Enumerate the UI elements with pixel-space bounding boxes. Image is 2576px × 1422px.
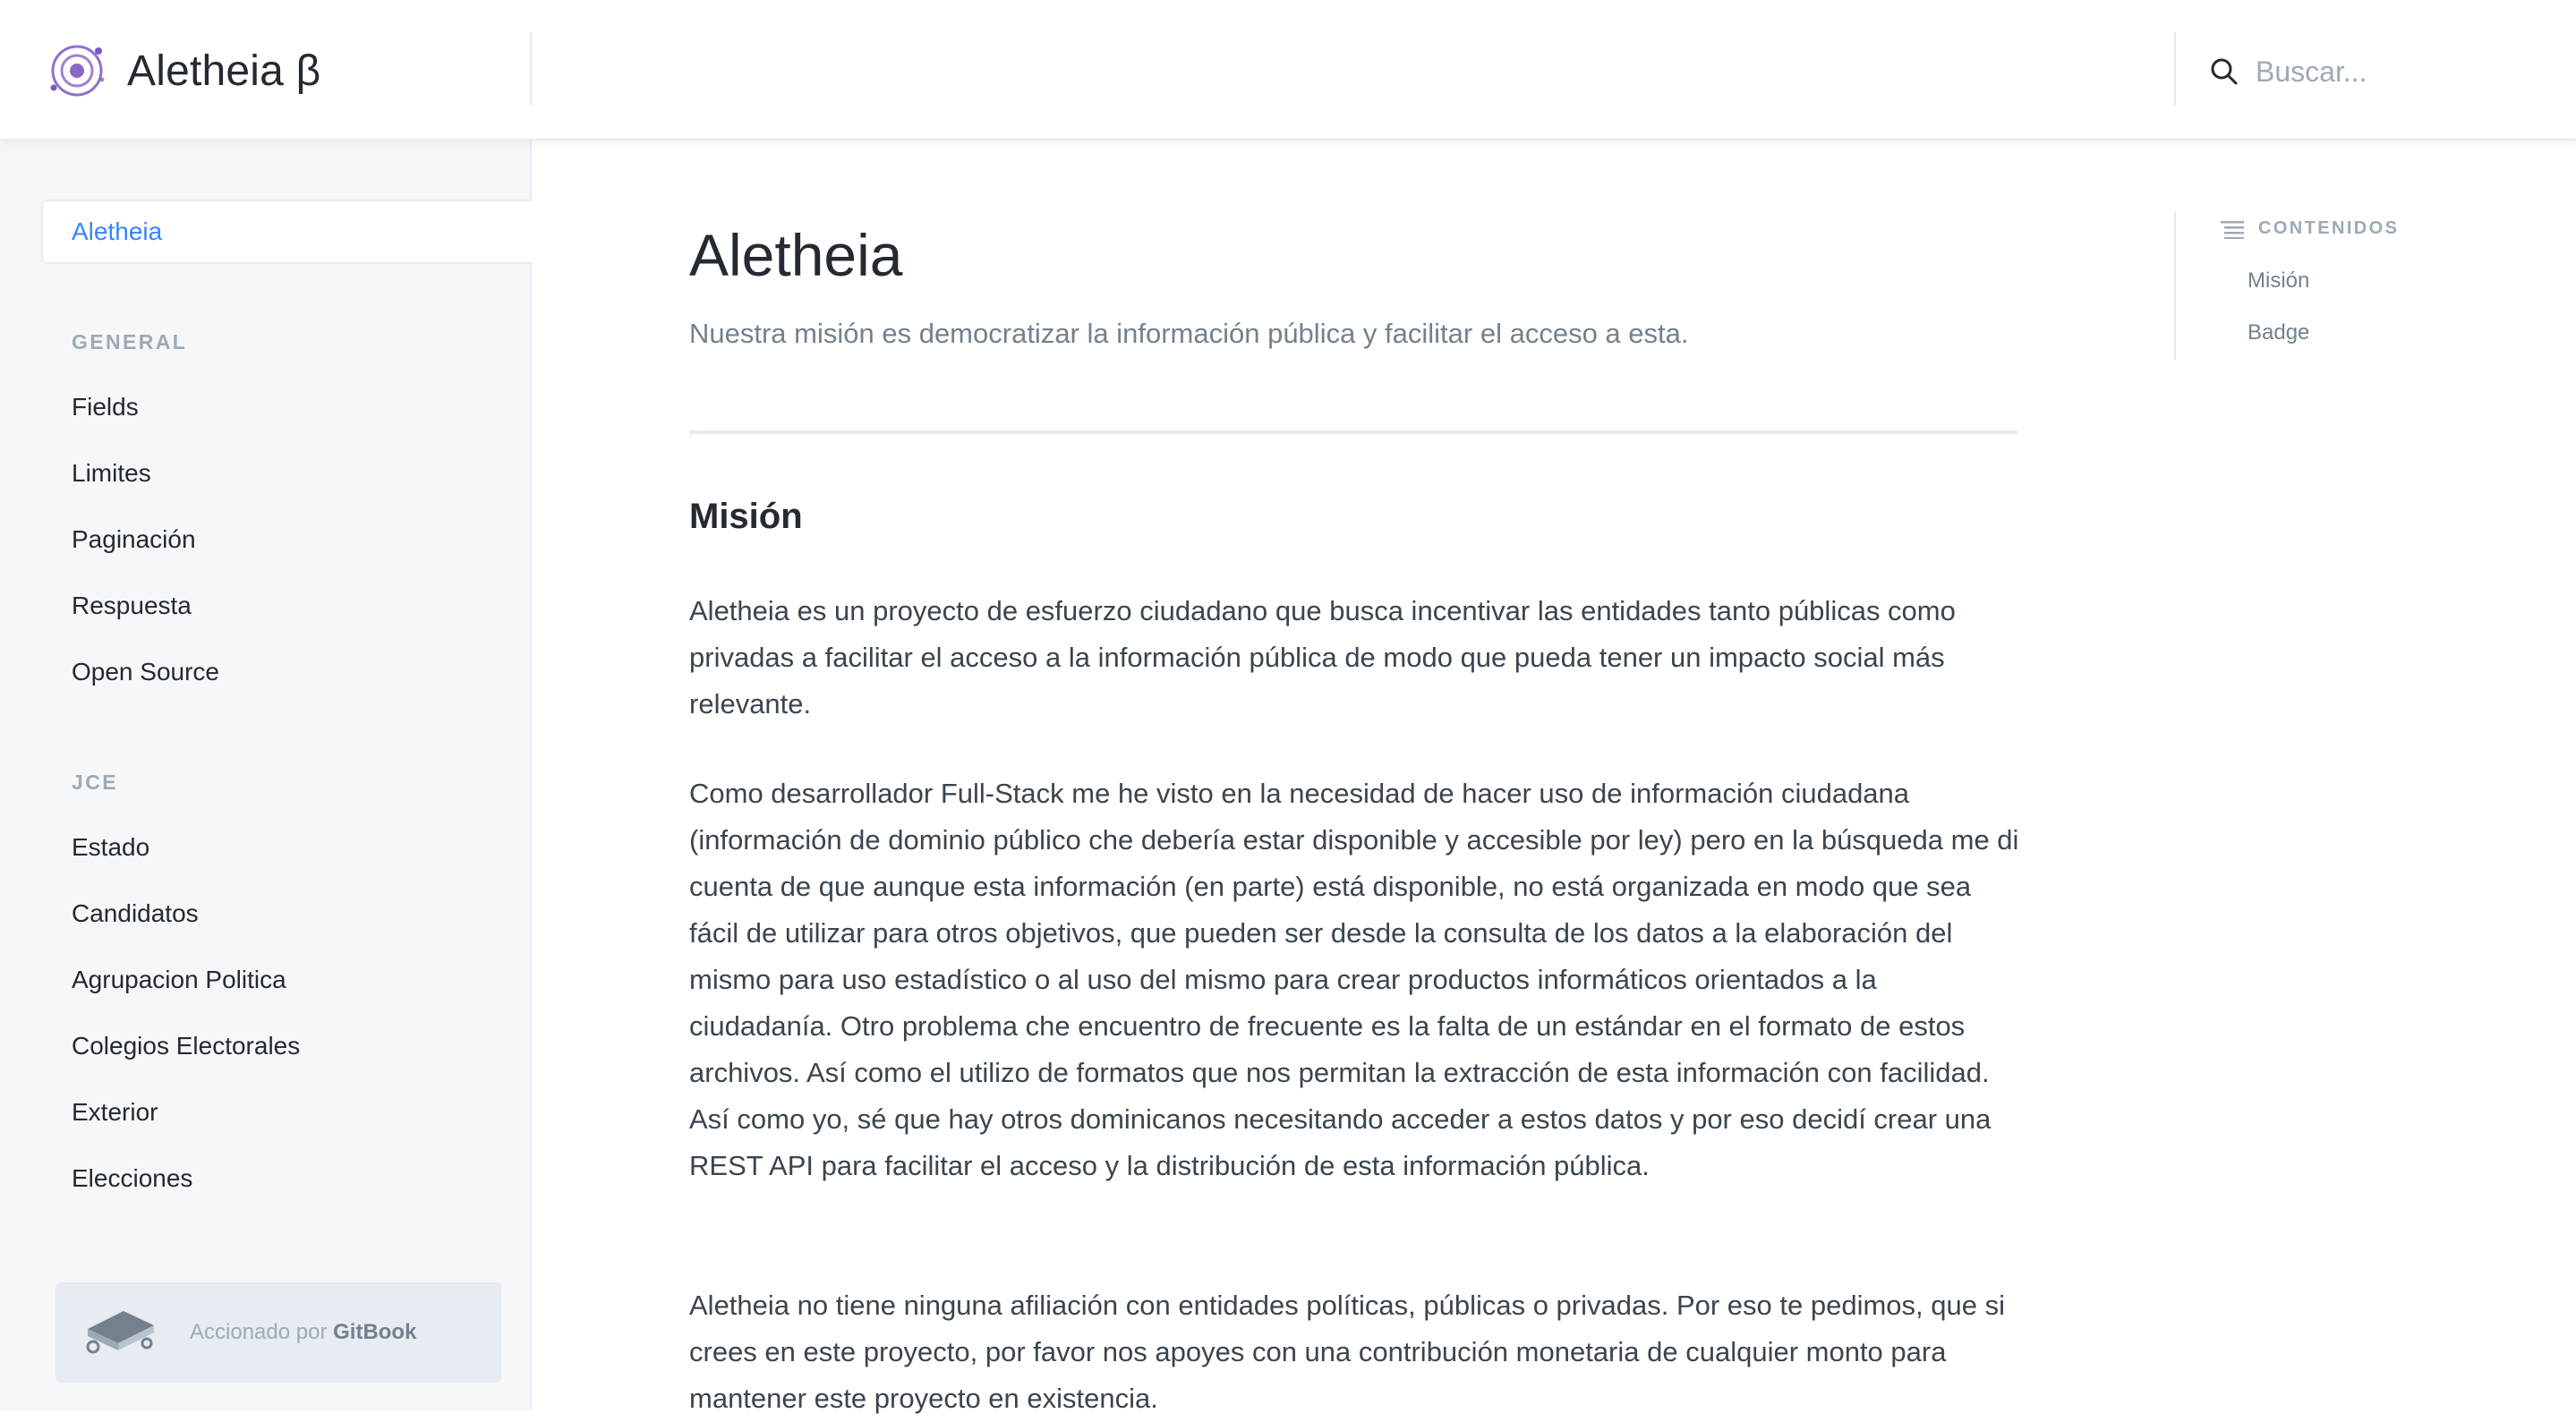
divider [689, 430, 2017, 434]
logo-icon [50, 45, 105, 97]
sidebar-item-limites[interactable]: Limites [72, 459, 151, 488]
sidebar-item-estado[interactable]: Estado [72, 833, 149, 862]
powered-by-text: Accionado por GitBook [190, 1320, 417, 1344]
page-title: Aletheia [689, 222, 903, 288]
section-title-general: GENERAL [72, 330, 188, 353]
header-divider [2174, 32, 2176, 106]
paragraph: Aletheia es un proyecto de esfuerzo ciud… [689, 595, 1956, 720]
section-title-jce: JCE [72, 771, 118, 794]
main-content: Aletheia Nuestra misión es democratizar … [532, 140, 2175, 1414]
gitbook-icon [86, 1311, 154, 1354]
sidebar-item-exterior[interactable]: Exterior [72, 1098, 158, 1127]
search-input[interactable] [2256, 47, 2576, 96]
app-title: Aletheia β [127, 47, 321, 95]
sidebar-item-agrupacion-politica[interactable]: Agrupacion Politica [72, 966, 286, 994]
table-of-contents: CONTENIDOS Misión Badge [2174, 211, 2576, 360]
sidebar-item-elecciones[interactable]: Elecciones [72, 1164, 192, 1193]
search-icon [2211, 58, 2238, 85]
sidebar-item-fields[interactable]: Fields [72, 393, 139, 421]
sidebar-item-respuesta[interactable]: Respuesta [72, 592, 192, 620]
sidebar-item-colegios-electorales[interactable]: Colegios Electorales [72, 1032, 300, 1060]
sidebar-item-paginacion[interactable]: Paginación [72, 525, 196, 554]
page-subtitle: Nuestra misión es democratizar la inform… [689, 318, 1689, 349]
list-icon [2221, 220, 2244, 239]
search-box[interactable] [2209, 45, 2576, 98]
toc-item-mision[interactable]: Misión [2248, 268, 2309, 294]
sidebar-item-candidatos[interactable]: Candidatos [72, 899, 199, 928]
toc-header: CONTENIDOS [2221, 218, 2399, 239]
header-divider [530, 32, 532, 106]
top-header: Aletheia β [0, 0, 2576, 140]
section-heading-mision: Misión [689, 497, 803, 536]
sidebar-item-aletheia[interactable]: Aletheia [41, 200, 532, 264]
toc-title: CONTENIDOS [2258, 218, 2400, 238]
powered-by-gitbook-link[interactable]: Accionado por GitBook [55, 1282, 501, 1383]
sidebar: Aletheia GENERAL Fields Limites Paginaci… [0, 140, 532, 1410]
sidebar-item-open-source[interactable]: Open Source [72, 658, 219, 686]
paragraph: Aletheia no tiene ninguna afiliación con… [689, 1290, 2005, 1414]
toc-item-badge[interactable]: Badge [2248, 320, 2309, 345]
paragraph: Como desarrollador Full-Stack me he vist… [689, 778, 2019, 1181]
brand-link[interactable]: Aletheia β [45, 39, 320, 102]
